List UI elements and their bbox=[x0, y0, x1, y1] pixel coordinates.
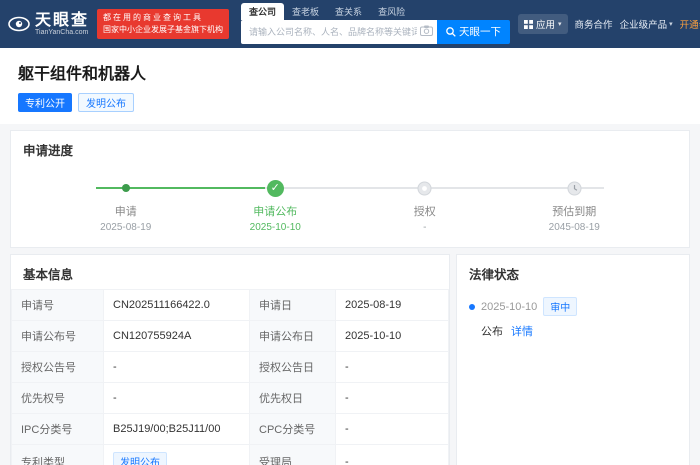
top-nav: 应用 ▾ 商务合作 企业级产品 ▾ 开通会员 ▾ 超级VIP ▾ bbox=[518, 14, 700, 34]
info-value: - bbox=[103, 382, 250, 414]
main-content: 基本信息 申请号 CN202511166422.0 申请日 2025-08-19… bbox=[10, 254, 690, 465]
section-title-legal-status: 法律状态 bbox=[469, 268, 520, 282]
info-value: - bbox=[335, 351, 449, 383]
apps-menu[interactable]: 应用 ▾ bbox=[518, 14, 568, 34]
search-area: 查公司 查老板 查关系 查风险 天眼一下 bbox=[241, 2, 511, 44]
legal-status-item: 2025-10-10 审中 公布 详情 bbox=[457, 289, 689, 347]
progress-step-grant: 授权 - bbox=[350, 179, 500, 233]
search-icon bbox=[446, 26, 456, 37]
step-date: 2025-08-19 bbox=[100, 222, 152, 233]
promo-banner-line2: 国家中小企业发展子基金旗下机构 bbox=[103, 25, 224, 34]
progress-step-estimated-expiry: 预估到期 2045-08-19 bbox=[500, 179, 650, 233]
table-row: 优先权号 - 优先权日 - bbox=[11, 382, 449, 414]
table-row: 授权公告号 - 授权公告日 - bbox=[11, 351, 449, 383]
info-label: 优先权号 bbox=[11, 382, 104, 414]
info-value: B25J19/00;B25J11/00 bbox=[103, 413, 250, 445]
basic-info-table: 申请号 CN202511166422.0 申请日 2025-08-19 申请公布… bbox=[11, 289, 449, 465]
table-row: 申请号 CN202511166422.0 申请日 2025-08-19 bbox=[11, 289, 449, 321]
nav-business-cooperation[interactable]: 商务合作 bbox=[575, 17, 613, 31]
info-value: 2025-08-19 bbox=[335, 289, 449, 321]
table-row: 申请公布号 CN120755924A 申请公布日 2025-10-10 bbox=[11, 320, 449, 352]
step-date: - bbox=[423, 222, 427, 233]
section-title-progress: 申请进度 bbox=[23, 144, 74, 158]
logo-title: 天眼查 bbox=[35, 11, 90, 29]
nav-label: 商务合作 bbox=[574, 20, 613, 31]
table-row: 专利类型 发明公布 受理局 - bbox=[11, 444, 449, 465]
search-tabs: 查公司 查老板 查关系 查风险 bbox=[241, 2, 510, 20]
grid-icon bbox=[524, 19, 534, 29]
grant-badge-icon bbox=[417, 181, 432, 195]
step-label: 申请公布 bbox=[253, 206, 298, 218]
step-date: 2025-10-10 bbox=[249, 222, 301, 233]
bullet-dot-icon bbox=[469, 303, 475, 310]
application-timeline: 申请 2025-08-19 ✓ 申请公布 2025-10-10 授权 - 预估到… bbox=[11, 165, 689, 247]
table-row: IPC分类号 B25J19/00;B25J11/00 CPC分类号 - bbox=[11, 413, 449, 445]
patent-title: 躯干组件和机器人 bbox=[18, 66, 147, 83]
camera-icon[interactable] bbox=[420, 25, 434, 36]
patent-header: 躯干组件和机器人 专利公开 发明公布 bbox=[0, 48, 700, 124]
info-value: - bbox=[103, 351, 250, 383]
info-label: 申请公布日 bbox=[249, 320, 336, 352]
legal-status-card: 法律状态 2025-10-10 审中 公布 详情 bbox=[456, 254, 690, 465]
patent-status-tag: 专利公开 bbox=[18, 93, 72, 112]
step-date: 2045-08-19 bbox=[548, 222, 600, 233]
search-button[interactable]: 天眼一下 bbox=[437, 19, 511, 44]
promo-banner: 都在用的商业查询工具 国家中小企业发展子基金旗下机构 bbox=[97, 8, 230, 40]
info-value: - bbox=[335, 444, 449, 465]
patent-type-badge: 发明公布 bbox=[113, 452, 167, 465]
tab-search-company[interactable]: 查公司 bbox=[241, 2, 285, 20]
search-button-label: 天眼一下 bbox=[459, 26, 502, 38]
search-input[interactable] bbox=[241, 19, 438, 44]
info-label: 受理局 bbox=[249, 444, 336, 465]
progress-step-publication: ✓ 申请公布 2025-10-10 bbox=[201, 179, 351, 233]
info-label: IPC分类号 bbox=[11, 413, 104, 445]
info-value: 2025-10-10 bbox=[335, 320, 449, 352]
detail-link[interactable]: 详情 bbox=[511, 323, 533, 339]
tianyancha-eye-icon bbox=[8, 16, 30, 32]
check-circle-icon: ✓ bbox=[266, 179, 284, 197]
step-label: 预估到期 bbox=[552, 206, 597, 218]
done-dot-icon bbox=[121, 184, 130, 192]
info-label: 优先权日 bbox=[249, 382, 336, 414]
section-title-basic-info: 基本信息 bbox=[23, 268, 74, 282]
progress-step-apply: 申请 2025-08-19 bbox=[51, 179, 201, 233]
step-label: 申请 bbox=[114, 206, 137, 218]
status-badge: 审中 bbox=[543, 297, 578, 316]
chevron-down-icon: ▾ bbox=[558, 21, 562, 28]
info-label: 授权公告号 bbox=[11, 351, 104, 383]
info-value: - bbox=[335, 413, 449, 445]
info-label: 专利类型 bbox=[11, 444, 104, 465]
application-progress-card: 申请进度 申请 2025-08-19 ✓ 申请公布 2025-10-10 授权 … bbox=[10, 130, 690, 248]
promo-banner-line1: 都在用的商业查询工具 bbox=[103, 12, 204, 22]
logo-subtitle: TianYanCha.com bbox=[35, 29, 89, 37]
tab-search-relation[interactable]: 查关系 bbox=[327, 3, 370, 20]
info-label: CPC分类号 bbox=[249, 413, 336, 445]
top-header: 天眼查 TianYanCha.com 都在用的商业查询工具 国家中小企业发展子基… bbox=[0, 0, 700, 48]
basic-info-card: 基本信息 申请号 CN202511166422.0 申请日 2025-08-19… bbox=[10, 254, 450, 465]
expiry-clock-icon bbox=[567, 181, 582, 195]
legal-action-label: 公布 bbox=[481, 326, 503, 338]
info-value: 发明公布 bbox=[103, 444, 250, 465]
chevron-down-icon: ▾ bbox=[669, 21, 673, 28]
info-label: 授权公告日 bbox=[249, 351, 336, 383]
info-label: 申请日 bbox=[249, 289, 336, 321]
info-label: 申请公布号 bbox=[11, 320, 104, 352]
info-value: - bbox=[335, 382, 449, 414]
apps-menu-label: 应用 bbox=[536, 20, 556, 31]
site-logo[interactable]: 天眼查 TianYanCha.com bbox=[8, 11, 90, 37]
nav-open-membership[interactable]: 开通会员 ▾ bbox=[680, 17, 700, 31]
nav-label: 企业级产品 bbox=[619, 20, 668, 31]
nav-label: 开通会员 bbox=[679, 20, 700, 31]
info-value: CN120755924A bbox=[103, 320, 250, 352]
info-label: 申请号 bbox=[11, 289, 104, 321]
patent-type-tag: 发明公布 bbox=[78, 93, 134, 112]
tab-search-boss[interactable]: 查老板 bbox=[284, 3, 327, 20]
tab-search-risk[interactable]: 查风险 bbox=[370, 3, 413, 20]
nav-enterprise-products[interactable]: 企业级产品 ▾ bbox=[620, 17, 673, 31]
legal-status-date: 2025-10-10 bbox=[481, 300, 538, 313]
step-label: 授权 bbox=[413, 206, 436, 218]
info-value: CN202511166422.0 bbox=[103, 289, 250, 321]
patent-tags: 专利公开 发明公布 bbox=[18, 93, 682, 112]
